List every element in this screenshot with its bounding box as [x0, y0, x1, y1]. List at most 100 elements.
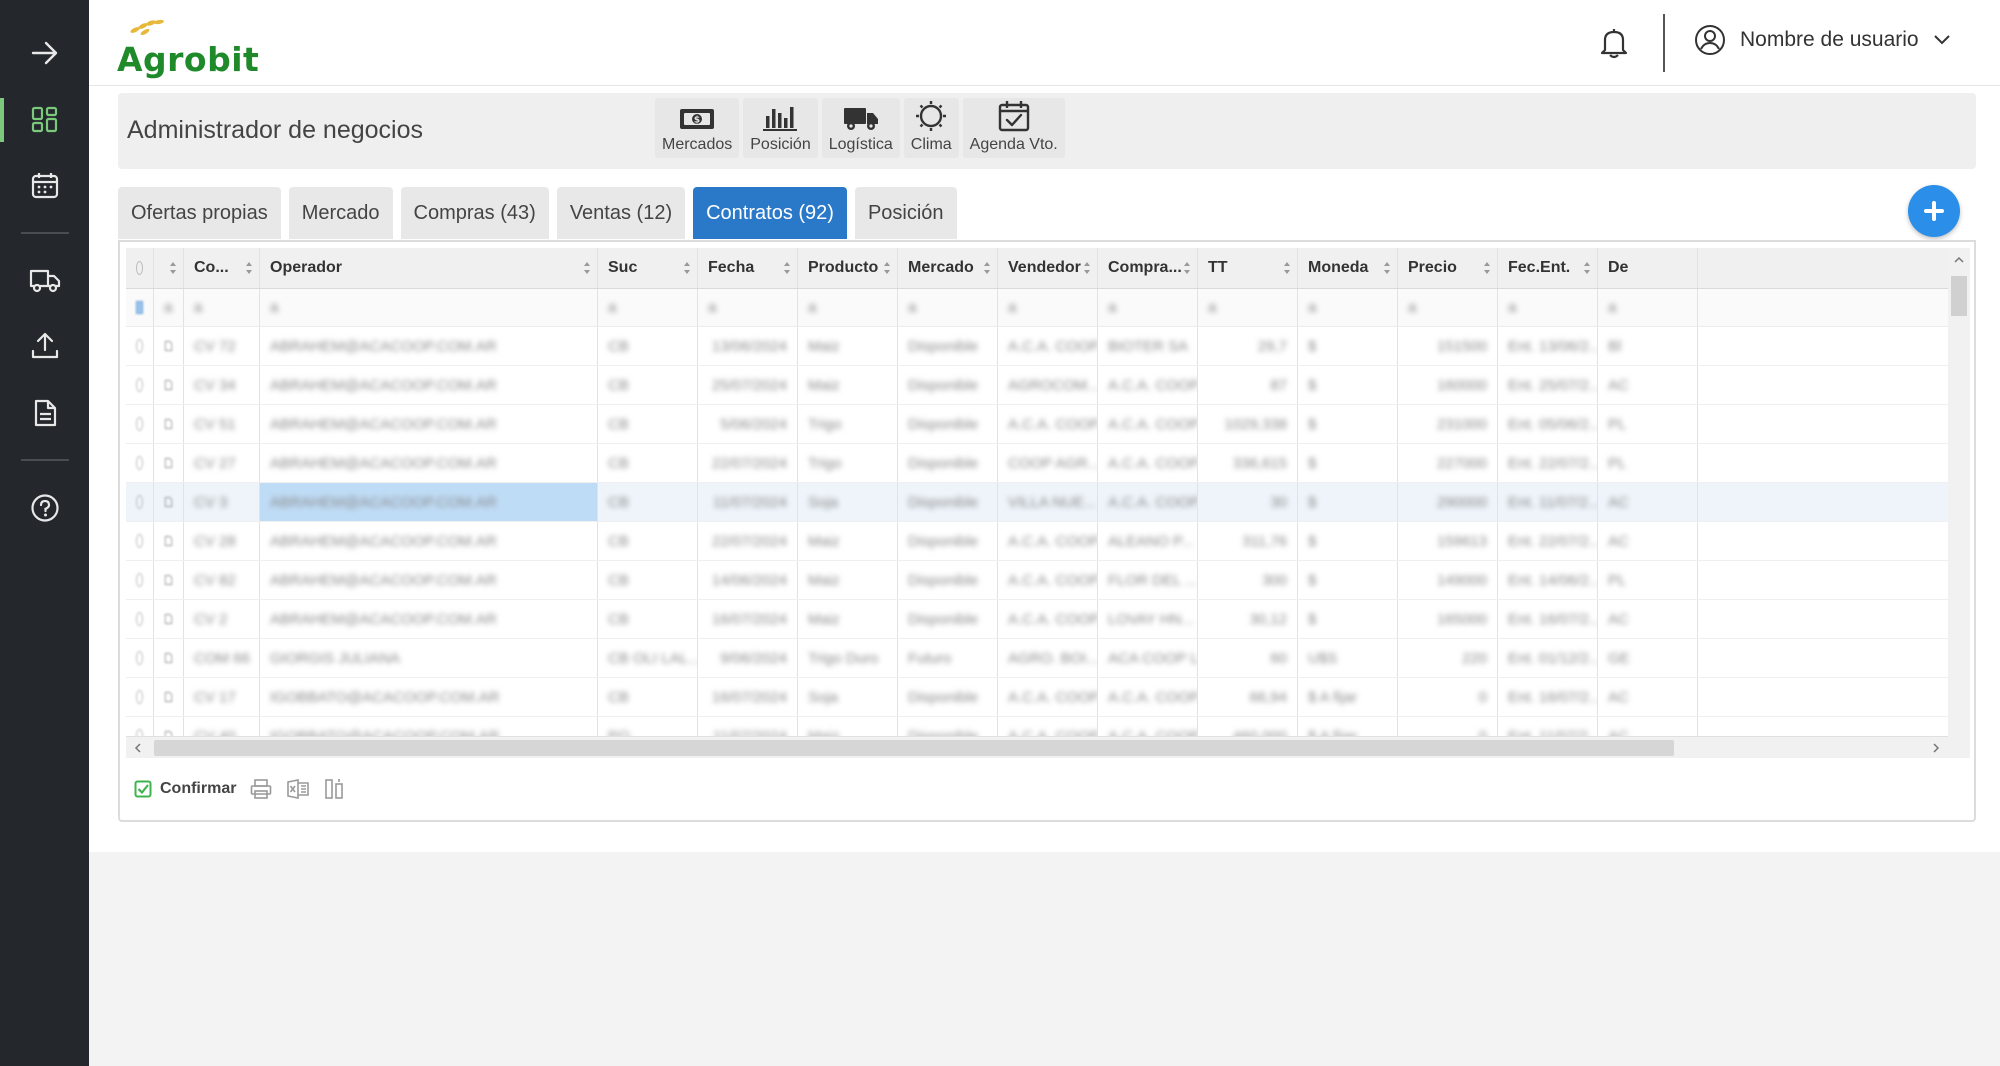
row-radio[interactable] — [126, 600, 154, 638]
tool-clima[interactable]: Clima — [903, 98, 959, 158]
column-header[interactable]: Vendedor — [998, 248, 1098, 288]
row-radio[interactable] — [126, 639, 154, 677]
column-header[interactable]: Precio — [1398, 248, 1498, 288]
row-document-button[interactable] — [154, 600, 184, 638]
row-document-button[interactable] — [154, 327, 184, 365]
sidebar-item-documents[interactable] — [0, 386, 89, 440]
tab-ofertas-propias[interactable]: Ofertas propias — [118, 187, 281, 239]
table-row[interactable]: COM 66 GIORGIS JULIANA CB OLI LAL... 9/06/2… — [126, 639, 1948, 678]
filter-input[interactable]: a — [998, 289, 1098, 326]
table-row[interactable]: CV 17 IGOBBATO@ACACOOP.COM.AR CB 16/07/2024… — [126, 678, 1948, 717]
row-radio[interactable] — [126, 561, 154, 599]
table-row[interactable]: CV 51 ABRAHEM@ACACOOP.COM.AR CB 5/06/2024 Tr… — [126, 405, 1948, 444]
table-row[interactable]: CV 34 ABRAHEM@ACACOOP.COM.AR CB 25/07/2024 M… — [126, 366, 1948, 405]
scrollbar-thumb[interactable] — [1951, 276, 1967, 316]
table-row[interactable]: CV 27 ABRAHEM@ACACOOP.COM.AR CB 22/07/2024 T… — [126, 444, 1948, 483]
tool-logistica[interactable]: Logística — [821, 98, 900, 158]
row-action-header[interactable] — [154, 248, 184, 288]
expand-sidebar-button[interactable] — [0, 26, 89, 80]
cell-value: A.C.A. COOP... — [1108, 688, 1198, 706]
row-radio[interactable] — [126, 678, 154, 716]
filter-input[interactable]: a — [1198, 289, 1298, 326]
row-radio[interactable] — [126, 717, 154, 736]
tab-mercado[interactable]: Mercado — [288, 187, 393, 239]
confirm-button[interactable]: Confirmar — [134, 780, 236, 798]
tool-agenda[interactable]: Agenda Vto. — [962, 98, 1065, 158]
row-document-button[interactable] — [154, 483, 184, 521]
add-button[interactable] — [1908, 185, 1960, 237]
select-all-radio[interactable] — [126, 248, 154, 288]
row-document-button[interactable] — [154, 405, 184, 443]
filter-input[interactable]: a — [598, 289, 698, 326]
horizontal-scrollbar[interactable] — [126, 736, 1948, 758]
row-document-button[interactable] — [154, 561, 184, 599]
sidebar-item-logistics[interactable] — [0, 253, 89, 307]
filter-input[interactable]: a — [798, 289, 898, 326]
vertical-scrollbar[interactable] — [1948, 248, 1970, 758]
tab-contratos[interactable]: Contratos (92) — [693, 187, 847, 239]
row-document-button[interactable] — [154, 717, 184, 736]
agrobit-logo[interactable]: Agrobit — [117, 16, 259, 76]
column-header[interactable]: Operador — [260, 248, 598, 288]
column-header[interactable]: Compra... — [1098, 248, 1198, 288]
column-header[interactable]: Co... — [184, 248, 260, 288]
print-icon[interactable] — [250, 779, 272, 799]
user-menu[interactable]: Nombre de usuario — [1694, 24, 1951, 56]
columns-icon[interactable] — [324, 778, 344, 800]
row-radio[interactable] — [126, 483, 154, 521]
column-header[interactable]: De — [1598, 248, 1698, 288]
sidebar-item-calendar[interactable] — [0, 159, 89, 213]
filter-input[interactable]: a — [260, 289, 598, 326]
row-document-button[interactable] — [154, 522, 184, 560]
row-radio[interactable] — [126, 444, 154, 482]
sidebar-item-help[interactable] — [0, 481, 89, 535]
row-radio[interactable] — [126, 366, 154, 404]
filter-input[interactable]: a — [1098, 289, 1198, 326]
row-document-button[interactable] — [154, 366, 184, 404]
scroll-left-icon[interactable] — [134, 743, 142, 753]
notifications-button[interactable] — [1599, 26, 1629, 65]
row-document-button[interactable] — [154, 678, 184, 716]
table-row[interactable]: CV 3 ABRAHEM@ACACOOP.COM.AR CB 11/07/2024 So… — [126, 483, 1948, 522]
filter-checkbox[interactable] — [126, 289, 154, 326]
sidebar-item-upload[interactable] — [0, 319, 89, 373]
filter-input[interactable]: a — [1498, 289, 1598, 326]
sort-icon — [584, 262, 590, 274]
row-radio[interactable] — [126, 405, 154, 443]
row-document-button[interactable] — [154, 444, 184, 482]
sun-icon — [916, 101, 947, 131]
table-row[interactable]: CV 2 ABRAHEM@ACACOOP.COM.AR CB 16/07/2024 Ma… — [126, 600, 1948, 639]
filter-input[interactable]: a — [698, 289, 798, 326]
column-header[interactable]: Mercado — [898, 248, 998, 288]
scroll-up-icon[interactable] — [1954, 256, 1964, 264]
scrollbar-thumb[interactable] — [154, 740, 1674, 756]
column-header[interactable]: Fecha — [698, 248, 798, 288]
column-header[interactable]: Fec.Ent. — [1498, 248, 1598, 288]
tab-compras[interactable]: Compras (43) — [400, 187, 549, 239]
column-header[interactable]: Suc — [598, 248, 698, 288]
tool-posicion[interactable]: Posición — [743, 98, 818, 158]
filter-input[interactable]: a — [184, 289, 260, 326]
table-row[interactable]: CV 40 IGOBBATO@ACACOOP.COM.AR PO 11/07/2024… — [126, 717, 1948, 736]
filter-input[interactable]: a — [1398, 289, 1498, 326]
cell-value: A.C.A. COOP... — [1108, 727, 1198, 737]
column-header[interactable]: Moneda — [1298, 248, 1398, 288]
sidebar-item-dashboard[interactable] — [0, 93, 89, 147]
table-row[interactable]: CV 28 ABRAHEM@ACACOOP.COM.AR CB 22/07/2024 M… — [126, 522, 1948, 561]
column-header[interactable]: Producto — [798, 248, 898, 288]
filter-input[interactable]: a — [898, 289, 998, 326]
filter-input[interactable]: a — [1298, 289, 1398, 326]
column-header[interactable]: TT — [1198, 248, 1298, 288]
row-radio[interactable] — [126, 522, 154, 560]
table-row[interactable]: CV 82 ABRAHEM@ACACOOP.COM.AR CB 14/06/2024 M… — [126, 561, 1948, 600]
scroll-right-icon[interactable] — [1932, 743, 1940, 753]
row-document-button[interactable] — [154, 639, 184, 677]
tool-mercados[interactable]: $ Mercados — [655, 98, 740, 158]
filter-input[interactable]: a — [1598, 289, 1698, 326]
export-excel-icon[interactable] — [286, 779, 310, 799]
table-row[interactable]: CV 72 ABRAHEM@ACACOOP.COM.AR CB 13/06/2024 M… — [126, 327, 1948, 366]
filter-input[interactable]: a — [154, 289, 184, 326]
tab-ventas[interactable]: Ventas (12) — [556, 187, 686, 239]
row-radio[interactable] — [126, 327, 154, 365]
tab-posicion[interactable]: Posición — [854, 187, 957, 239]
